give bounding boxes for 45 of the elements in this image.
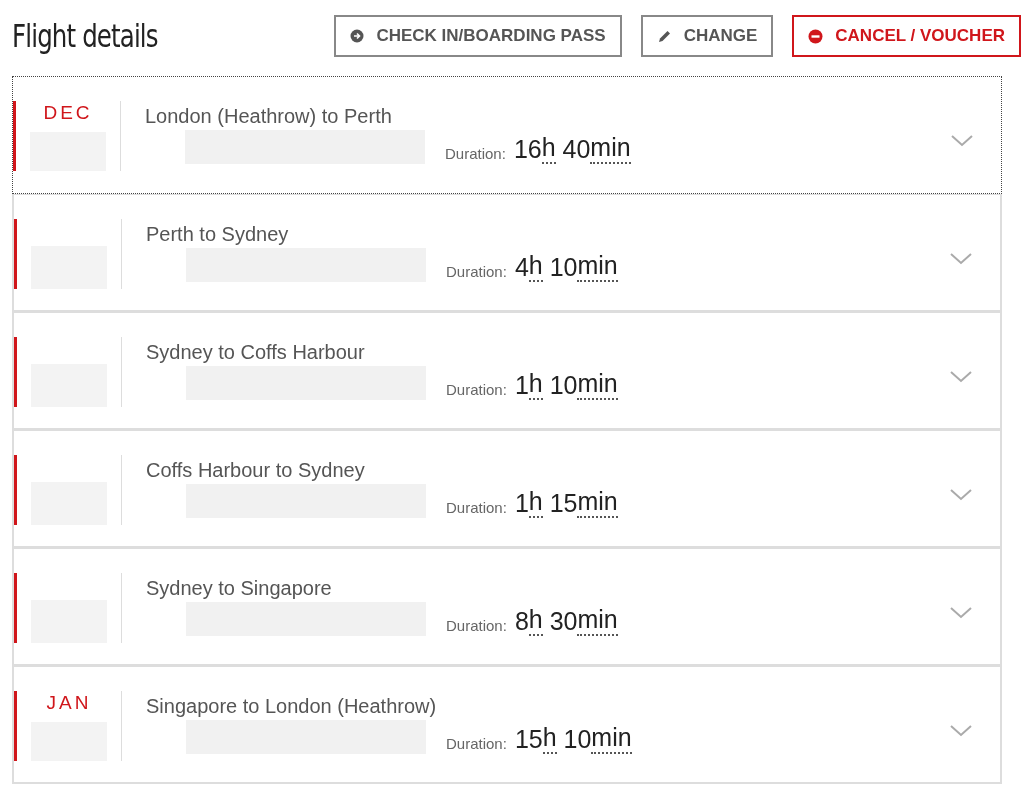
route-title: Sydney to Singapore <box>146 577 333 600</box>
route-title: Singapore to London (Heathrow) <box>146 695 438 718</box>
route-title: Perth to Sydney <box>146 223 290 246</box>
duration-value: 8h 30min <box>514 607 618 636</box>
duration-value: 1h 10min <box>514 371 618 400</box>
duration-value: 15h 10min <box>514 725 632 754</box>
pencil-icon <box>656 28 672 44</box>
arrow-circle-icon <box>350 29 365 43</box>
month-label: JAN <box>46 692 92 714</box>
page-title: Flight details <box>12 17 159 55</box>
change-button[interactable]: CHANGE <box>640 15 774 57</box>
duration-value: 16h 40min <box>513 135 631 164</box>
duration-value: 4h 10min <box>514 253 618 282</box>
duration-label: Duration: <box>446 617 507 636</box>
chevron-down-icon[interactable] <box>950 253 972 265</box>
duration-label: Duration: <box>446 499 507 518</box>
cancel-button[interactable]: CANCEL / VOUCHER <box>792 15 1021 57</box>
boarding-button[interactable]: CHECK IN/BOARDING PASS <box>334 15 622 57</box>
chevron-down-icon[interactable] <box>951 135 973 147</box>
chevron-down-icon[interactable] <box>950 725 972 737</box>
chevron-down-icon[interactable] <box>950 489 972 501</box>
minus-circle-icon <box>808 28 824 44</box>
flight-card[interactable]: Sydney to Coffs Harbour Duration: 1h 10min <box>12 312 1002 430</box>
route-title: London (Heathrow) to Perth <box>145 105 393 128</box>
accent-bar <box>14 219 17 289</box>
duration-value: 1h 15min <box>514 489 618 518</box>
accent-bar <box>14 455 17 525</box>
duration-label: Duration: <box>445 145 506 164</box>
chevron-down-icon[interactable] <box>950 607 972 619</box>
flight-card[interactable]: Coffs Harbour to Sydney Duration: 1h 15min <box>12 430 1002 548</box>
duration-label: Duration: <box>446 735 507 754</box>
accent-bar <box>13 101 16 171</box>
accent-bar <box>14 691 17 761</box>
accent-bar <box>14 337 17 407</box>
duration-label: Duration: <box>446 263 507 282</box>
route-title: Coffs Harbour to Sydney <box>146 459 366 482</box>
chevron-down-icon[interactable] <box>950 371 972 383</box>
route-title: Sydney to Coffs Harbour <box>146 341 366 364</box>
flight-card[interactable]: DEC London (Heathrow) to Perth Duration: 16h 40min <box>12 76 1002 194</box>
month-label: DEC <box>43 102 93 124</box>
flight-card[interactable]: Sydney to Singapore Duration: 8h 30min <box>12 548 1002 666</box>
flight-card[interactable]: Perth to Sydney Duration: 4h 10min <box>12 194 1002 312</box>
flight-card[interactable]: JAN Singapore to London (Heathrow) Duration: 15h 10min <box>12 666 1002 784</box>
accent-bar <box>14 573 17 643</box>
duration-label: Duration: <box>446 381 507 400</box>
